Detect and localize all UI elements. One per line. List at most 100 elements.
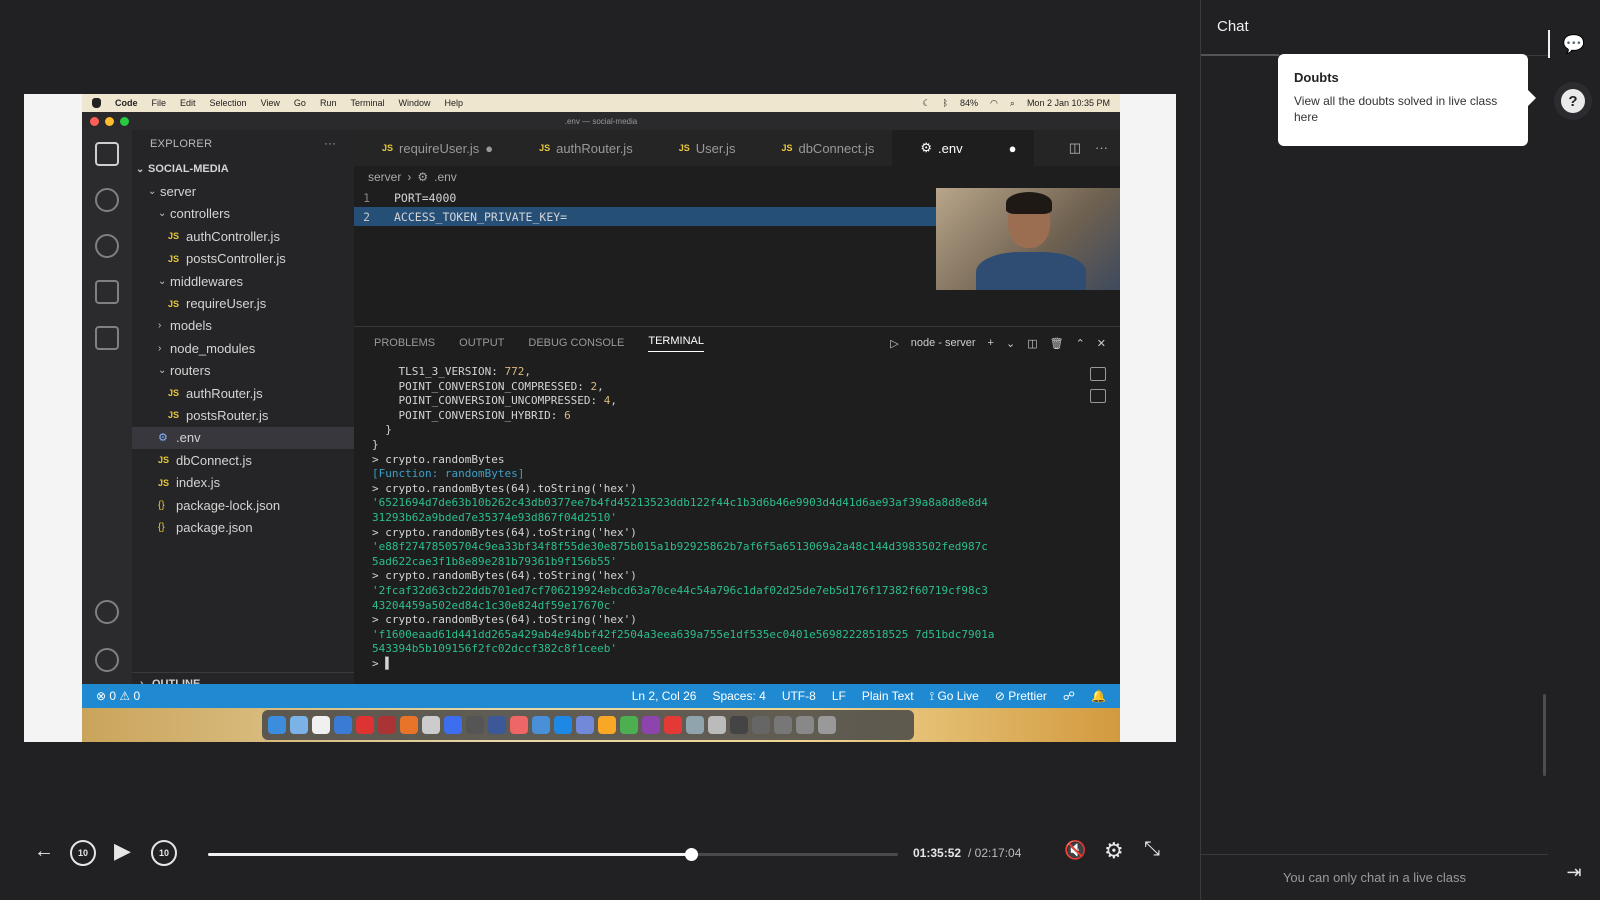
chevron-right-icon: › (158, 342, 162, 354)
tree-item-label: package.json (176, 519, 253, 535)
tree-item-label: index.js (176, 475, 221, 491)
gear-file-icon: ⚙ (417, 170, 429, 184)
dock-app-icon (268, 716, 286, 734)
terminal-icon: ▷ (890, 337, 899, 350)
tree-item: JS requireUser.js (132, 292, 354, 314)
tree-item: JS postsController.js (132, 248, 354, 270)
tree-item-label: node_modules (170, 340, 256, 356)
tree-item: JS dbConnect.js (132, 449, 354, 471)
seek-thumb[interactable] (684, 848, 698, 861)
doubts-tooltip: Doubts View all the doubts solved in liv… (1278, 54, 1536, 146)
back-arrow-icon[interactable]: ← (34, 840, 54, 863)
settings-gear-icon[interactable]: ⚙ (1104, 838, 1124, 864)
seek-progress (208, 853, 691, 856)
tree-item-label: requireUser.js (186, 296, 267, 312)
window-title: .env — social-media (564, 116, 638, 126)
tab-label: authRouter.js (556, 140, 633, 156)
modified-dot-icon: ● (485, 140, 494, 156)
mute-icon[interactable]: 🔇 (1064, 840, 1086, 861)
dock-app-icon (620, 716, 638, 734)
dock-app-icon (400, 716, 418, 734)
wifi-icon: ◠ (990, 97, 998, 108)
tree-item-label: controllers (170, 206, 230, 222)
dock-app-icon (730, 716, 748, 734)
dock-app-icon (378, 716, 396, 734)
tab-authrouter: JS authRouter.js (511, 130, 651, 166)
exit-icon[interactable]: ⇥ (1558, 856, 1590, 888)
js-icon: JS (678, 143, 690, 153)
dock-app-icon (598, 716, 616, 734)
vscode-body: EXPLORER ··· ⌄ SOCIAL-MEDIA ⌄ server ⌄ cont… (82, 130, 1120, 696)
explorer-sidebar: EXPLORER ··· ⌄ SOCIAL-MEDIA ⌄ server ⌄ cont… (132, 130, 354, 696)
menubar-item: Selection (209, 98, 247, 108)
account-icon (95, 600, 119, 624)
dock-app-icon (444, 716, 462, 734)
webcam-person (1006, 192, 1052, 214)
dock-app-icon (312, 716, 330, 734)
video-frame[interactable]: Code File Edit Selection View Go Run Ter… (24, 94, 1176, 742)
doubts-button[interactable]: ? (1554, 82, 1592, 120)
tree-item: ⚙ .env (132, 426, 354, 450)
play-button[interactable]: ▶ (114, 838, 131, 864)
tab-dbconnect: JS dbConnect.js (753, 130, 892, 166)
tab-requireuser: JS requireUser.js ● (354, 130, 511, 166)
chat-bubble-icon[interactable]: 💬 (1558, 28, 1590, 60)
prettier-status: ⊘ Prettier (994, 688, 1047, 703)
feedback-icon: ☍ (1062, 688, 1076, 703)
chat-scrollbar[interactable] (1543, 694, 1546, 776)
close-icon: ✕ (1096, 337, 1106, 350)
dock-app-icon (422, 716, 440, 734)
tree-item: ⌄ controllers (132, 203, 354, 225)
dock-app-icon (708, 716, 726, 734)
explorer-title: EXPLORER (150, 138, 213, 150)
trash-icon: 🗑 (1049, 337, 1064, 350)
seek-bar[interactable] (208, 848, 898, 861)
run-debug-icon (95, 280, 119, 304)
menubar-item: Terminal (350, 98, 385, 108)
js-file-icon: JS (168, 298, 180, 309)
code-line: 2 ACCESS_TOKEN_PRIVATE_KEY= (354, 207, 940, 226)
rewind-seconds: 10 (77, 848, 88, 858)
line-ending: LF (831, 688, 846, 703)
terminal-line: > crypto.randomBytes(64).toString('hex') (372, 525, 637, 539)
cursor-position: Ln 2, Col 26 (631, 688, 697, 703)
window-titlebar: .env — social-media (82, 112, 1120, 130)
tooltip-title: Doubts (1294, 70, 1339, 85)
right-rail: 💬 ? ⇥ (1548, 0, 1600, 900)
duration: / 02:17:04 (968, 846, 1022, 860)
terminal-instance-icon (1090, 367, 1106, 381)
terminal-line: POINT_CONVERSION_UNCOMPRESSED: 4, (372, 394, 618, 408)
rail-active-indicator (1548, 30, 1550, 58)
rewind-10-button[interactable]: 10 (70, 840, 96, 866)
panel-tab-terminal: TERMINAL (648, 335, 704, 352)
chevron-down-icon: ⌄ (148, 186, 157, 198)
exit-fullscreen-icon[interactable]: ⤡ (1144, 838, 1160, 861)
webcam-person (976, 252, 1086, 290)
explorer-header: EXPLORER ··· (132, 130, 354, 158)
warnings-count: 0 (133, 689, 141, 703)
chevron-down-icon: ⌄ (158, 208, 167, 220)
dock-app-icon (488, 716, 506, 734)
tree-item: JS index.js (132, 471, 354, 493)
instructor-webcam (936, 188, 1120, 290)
menubar-item: File (151, 98, 167, 108)
menubar-item: Code (115, 98, 138, 108)
forward-10-button[interactable]: 10 (151, 840, 177, 866)
dock-app-icon (752, 716, 770, 734)
source-control-icon (95, 234, 119, 258)
dock-app-icon (466, 716, 484, 734)
terminal-line: > crypto.randomBytes (372, 452, 505, 466)
code-text: PORT=4000 (394, 190, 457, 205)
settings-gear-icon (95, 648, 119, 672)
line-number: 1 (363, 190, 370, 205)
chevron-right-icon: › (407, 170, 412, 184)
breadcrumb-folder: server (368, 170, 402, 184)
js-file-icon: JS (168, 231, 180, 242)
js-icon: JS (539, 143, 551, 153)
current-time: 01:35:52 (913, 846, 962, 860)
battery-text: 84% (960, 98, 979, 108)
tree-item: › node_modules (132, 337, 354, 359)
dock-app-icon (334, 716, 352, 734)
vscode-statusbar: ⊗ 0 ⚠ 0 Ln 2, Col 26 Spaces: 4 UTF-8 LF … (82, 684, 1120, 708)
tab-label: .env (938, 140, 963, 156)
